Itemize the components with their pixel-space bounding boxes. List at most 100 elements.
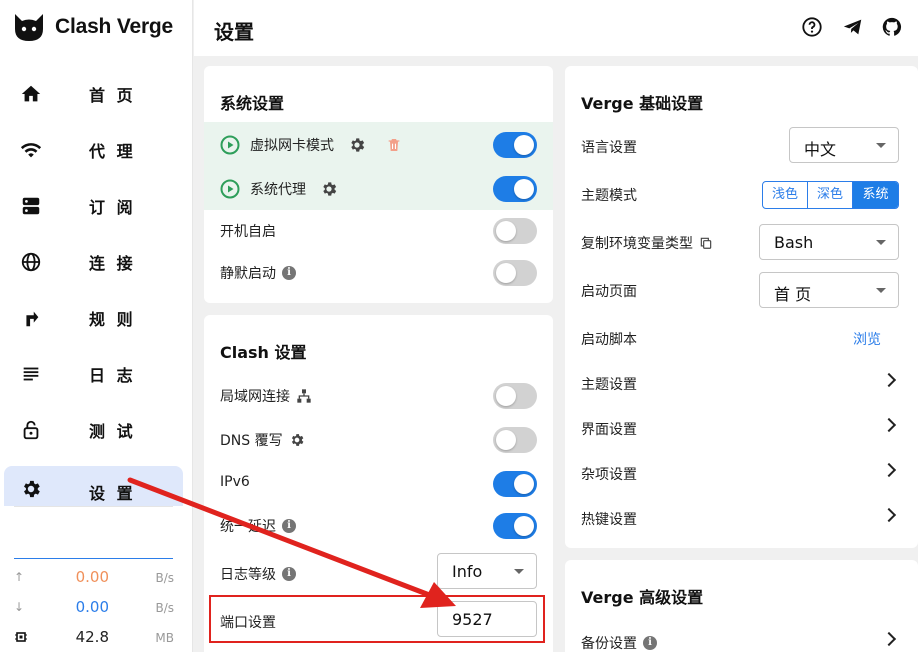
sidebar-item-home[interactable]: 首 页 <box>4 66 183 122</box>
hotkey-settings-row[interactable]: 热键设置 <box>565 496 918 540</box>
browse-button[interactable]: 浏览 <box>853 329 881 349</box>
unified-delay-toggle[interactable] <box>493 513 537 539</box>
network-tree-icon[interactable] <box>296 388 312 404</box>
sidebar-item-subscription[interactable]: 订 阅 <box>4 178 183 234</box>
sidebar-nav: 首 页 代 理 订 阅 连 接 规 则 日 志 测 试 设 置 <box>4 66 183 506</box>
misc-settings-label: 杂项设置 <box>581 467 637 483</box>
sidebar-item-proxy[interactable]: 代 理 <box>4 122 183 178</box>
theme-mode-toggle-group: 浅色 深色 系统 <box>762 181 899 209</box>
app-name: Clash Verge <box>55 15 174 38</box>
info-icon[interactable]: i <box>643 636 657 650</box>
sidebar: Clash Verge 首 页 代 理 订 阅 连 接 规 则 日 志 测 试 … <box>0 0 193 652</box>
backup-settings-label: 备份设置 <box>581 636 637 652</box>
caret-down-icon <box>876 143 886 148</box>
silent-start-label: 静默启动 <box>220 266 276 282</box>
dns-icon <box>22 197 40 215</box>
verge-advanced-card: Verge 高级设置 备份设置 i <box>565 560 918 652</box>
system-proxy-label: 系统代理 <box>250 182 306 198</box>
info-icon[interactable]: i <box>282 519 296 533</box>
upload-unit: B/s <box>155 571 174 585</box>
sidebar-item-connections[interactable]: 连 接 <box>4 234 183 290</box>
theme-mode-row: 主题模式 浅色 深色 系统 <box>565 172 918 216</box>
download-unit: B/s <box>155 601 174 615</box>
globe-icon <box>21 252 41 272</box>
layout-settings-label: 界面设置 <box>581 422 637 438</box>
help-icon[interactable] <box>801 16 823 38</box>
list-icon <box>23 367 39 381</box>
tun-mode-toggle[interactable] <box>493 132 537 158</box>
start-page-label: 启动页面 <box>581 284 637 300</box>
gear-icon <box>24 480 40 498</box>
lan-label: 局域网连接 <box>220 389 290 405</box>
annotation-highlight-box <box>209 595 545 643</box>
log-level-select[interactable]: Info <box>437 553 537 589</box>
language-select[interactable]: 中文 <box>789 127 899 163</box>
theme-settings-label: 主题设置 <box>581 377 637 393</box>
theme-system-option[interactable]: 系统 <box>853 182 898 208</box>
log-level-value: Info <box>452 562 483 581</box>
theme-dark-option[interactable]: 深色 <box>808 182 853 208</box>
gear-icon[interactable] <box>289 432 305 448</box>
backup-settings-row[interactable]: 备份设置 i <box>565 620 918 652</box>
tun-mode-row: 虚拟网卡模式 <box>204 122 553 166</box>
layout-settings-row[interactable]: 界面设置 <box>565 406 918 450</box>
ipv6-toggle[interactable] <box>493 471 537 497</box>
log-level-label: 日志等级 <box>220 567 276 583</box>
arrow-down-icon: ↓ <box>14 600 25 614</box>
system-settings-card: 系统设置 虚拟网卡模式 系统代理 开机自启 静默启动 i <box>204 66 553 303</box>
info-icon[interactable]: i <box>282 567 296 581</box>
sidebar-item-label: 订 阅 <box>89 198 136 217</box>
start-page-row: 启动页面 首 页 <box>565 268 918 312</box>
caret-down-icon <box>514 569 524 574</box>
home-icon <box>21 85 41 102</box>
auto-launch-toggle[interactable] <box>493 218 537 244</box>
play-circle-icon[interactable] <box>220 179 240 199</box>
auto-launch-row: 开机自启 <box>204 208 553 252</box>
silent-start-toggle[interactable] <box>493 260 537 286</box>
memory-chip-icon <box>15 632 27 642</box>
tun-mode-label: 虚拟网卡模式 <box>250 138 334 154</box>
cat-logo-icon <box>15 14 43 41</box>
misc-settings-row[interactable]: 杂项设置 <box>565 451 918 495</box>
unified-delay-label: 统一延迟 <box>220 519 276 535</box>
dns-toggle[interactable] <box>493 427 537 453</box>
copy-icon[interactable] <box>699 236 713 250</box>
sidebar-item-logs[interactable]: 日 志 <box>4 346 183 402</box>
download-speed: ↓ 0.00 B/s <box>14 598 174 618</box>
start-page-select[interactable]: 首 页 <box>759 272 899 308</box>
theme-settings-row[interactable]: 主题设置 <box>565 361 918 405</box>
env-type-select[interactable]: Bash <box>759 224 899 260</box>
upload-speed: ↑ 0.00 B/s <box>14 568 174 588</box>
play-circle-icon[interactable] <box>220 135 240 155</box>
lan-toggle[interactable] <box>493 383 537 409</box>
chevron-right-icon <box>881 507 897 523</box>
traffic-graph-line <box>14 558 173 559</box>
dns-row: DNS 覆写 <box>204 417 553 461</box>
caret-down-icon <box>876 288 886 293</box>
theme-light-option[interactable]: 浅色 <box>763 182 808 208</box>
language-value: 中文 <box>804 140 837 159</box>
delete-icon[interactable] <box>386 137 402 153</box>
sidebar-item-label: 测 试 <box>89 422 136 441</box>
system-proxy-toggle[interactable] <box>493 176 537 202</box>
chevron-right-icon <box>881 462 897 478</box>
page-title: 设置 <box>214 20 254 44</box>
memory-value: 42.8 <box>75 628 109 646</box>
sidebar-item-rules[interactable]: 规 则 <box>4 290 183 346</box>
info-icon[interactable]: i <box>282 266 296 280</box>
sidebar-item-settings[interactable]: 设 置 <box>4 466 183 506</box>
telegram-icon[interactable] <box>842 16 864 38</box>
gear-icon[interactable] <box>348 136 366 154</box>
env-type-label: 复制环境变量类型 <box>581 236 693 252</box>
lan-row: 局域网连接 <box>204 373 553 417</box>
gear-icon[interactable] <box>320 180 338 198</box>
sidebar-item-label: 日 志 <box>89 366 136 385</box>
start-script-label: 启动脚本 <box>581 332 637 348</box>
caret-down-icon <box>876 240 886 245</box>
forward-arrow-icon <box>26 311 39 327</box>
github-icon[interactable] <box>881 16 903 38</box>
card-title: 系统设置 <box>220 94 285 113</box>
language-label: 语言设置 <box>581 140 637 156</box>
sidebar-item-test[interactable]: 测 试 <box>4 402 183 458</box>
upload-value: 0.00 <box>75 568 109 586</box>
